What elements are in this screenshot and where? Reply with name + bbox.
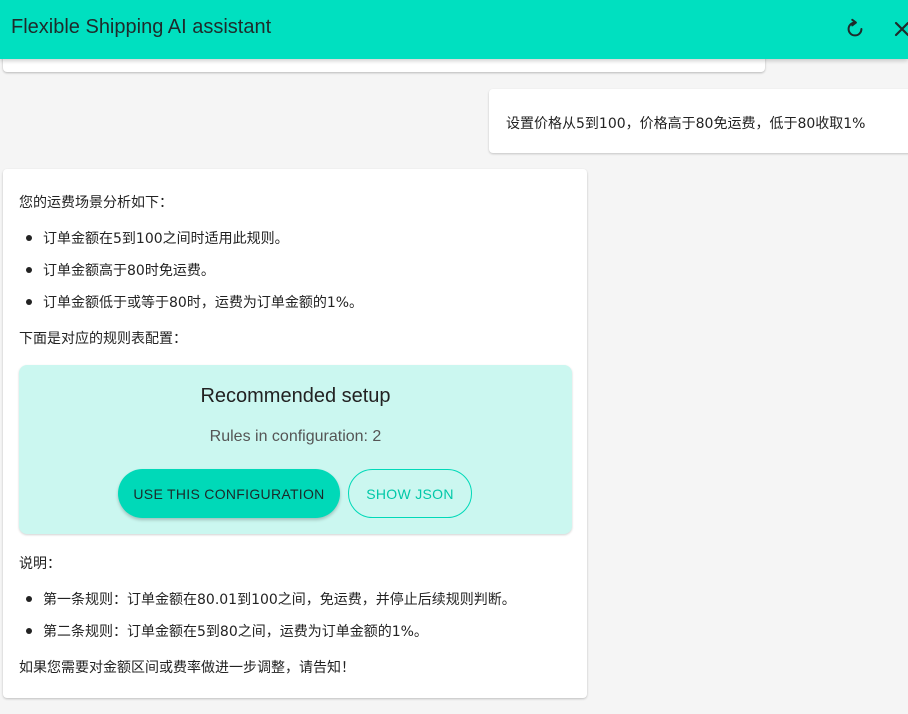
note-item: 第一条规则：订单金额在80.01到100之间，免运费，并停止后续规则判断。 (43, 592, 516, 608)
refresh-icon (847, 18, 863, 37)
analysis-item: 订单金额高于80时免运费。 (43, 263, 215, 279)
setup-title: Recommended setup (200, 385, 391, 407)
user-message-text: 设置价格从5到100，价格高于80免运费，低于80收取1% (506, 116, 866, 132)
closing-text: 如果您需要对金额区间或费率做进一步调整，请告知！ (19, 660, 355, 676)
analysis-intro: 您的运费场景分析如下： (19, 195, 173, 211)
notes-heading: 说明： (19, 556, 61, 572)
use-configuration-button[interactable]: USE THIS CONFIGURATION (118, 469, 340, 518)
bullet-dot (26, 235, 32, 241)
rules-count-text: Rules in configuration: 2 (209, 428, 382, 445)
bullet-dot (26, 267, 32, 273)
app-title: Flexible Shipping AI assistant (11, 16, 272, 38)
bullet-dot (26, 628, 32, 634)
bullet-dot (26, 299, 32, 305)
recommended-setup-panel: Recommended setup Rules in configuration… (19, 365, 572, 534)
analysis-item: 订单金额低于或等于80时，运费为订单金额的1%。 (43, 295, 364, 311)
show-json-button[interactable]: SHOW JSON (348, 469, 472, 518)
note-item: 第二条规则：订单金额在5到80之间，运费为订单金额的1%。 (43, 624, 428, 640)
close-button[interactable] (886, 13, 908, 45)
refresh-button[interactable] (839, 13, 871, 45)
analysis-item: 订单金额在5到100之间时适用此规则。 (43, 231, 289, 247)
assistant-message-card: 您的运费场景分析如下： 订单金额在5到100之间时适用此规则。 订单金额高于80… (3, 169, 587, 698)
close-icon (894, 21, 908, 37)
app-header: Flexible Shipping AI assistant (0, 0, 908, 59)
bullet-dot (26, 596, 32, 602)
config-lead-text: 下面是对应的规则表配置： (19, 331, 187, 347)
user-message-bubble: 设置价格从5到100，价格高于80免运费，低于80收取1% (489, 89, 908, 153)
